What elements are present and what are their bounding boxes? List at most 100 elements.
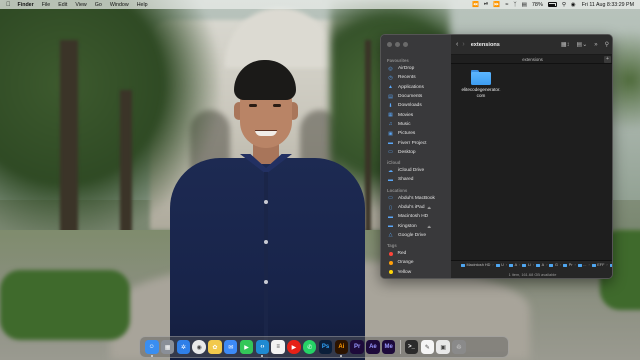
sidebar-item-abdul-s-macbook[interactable]: ▭ Abdul's MacBook	[381, 194, 451, 203]
dock-premiere-icon[interactable]: Pr	[350, 340, 364, 354]
menu-file[interactable]: File	[42, 2, 51, 8]
play-pause-icon[interactable]: ⏯	[484, 1, 488, 8]
dock-app-label: Me	[384, 344, 393, 350]
battery-icon[interactable]	[547, 2, 557, 7]
dock-vscode-icon[interactable]: ‹›	[255, 340, 270, 357]
control-center-icon[interactable]: ▤	[522, 2, 527, 8]
dock-youtube-icon[interactable]: ▶	[287, 340, 301, 354]
folder-item[interactable]: elitecodegenerator.com	[461, 70, 501, 99]
more-chevron-icon[interactable]: »	[594, 42, 597, 48]
search-icon[interactable]: ⚲	[605, 41, 609, 48]
path-segment[interactable]: extensions	[609, 263, 612, 267]
wifi-icon[interactable]: ≈	[505, 2, 508, 8]
sidebar-tag-orange[interactable]: Orange	[381, 258, 451, 267]
dock-photos-icon[interactable]: ✿	[208, 340, 222, 354]
safari-glyph-icon: ✲	[180, 344, 186, 351]
dock-trash-icon[interactable]: ♲	[452, 340, 466, 354]
tab-extensions[interactable]: extensions	[522, 57, 543, 62]
sidebar-item-shared[interactable]: ▬ Shared	[381, 175, 451, 184]
window-title: extensions	[470, 41, 500, 48]
path-segment[interactable]: Macintosh HD	[461, 263, 490, 267]
sidebar-item-desktop[interactable]: ▭ Desktop	[381, 148, 451, 157]
path-separator-icon: ›	[532, 263, 535, 267]
menu-help[interactable]: Help	[137, 2, 148, 8]
document-icon: ▤	[388, 93, 393, 100]
battery-percent[interactable]: 78%	[532, 2, 543, 8]
dock-illustrator-icon[interactable]: Ai	[334, 340, 349, 357]
siri-icon[interactable]: ◉	[571, 2, 576, 8]
new-tab-button[interactable]: +	[604, 56, 611, 63]
dock-after-effects-icon[interactable]: Ae	[366, 340, 380, 354]
search-icon[interactable]: ⚲	[562, 2, 566, 8]
bluetooth-icon[interactable]: ᛉ	[513, 2, 516, 8]
path-segment[interactable]: EFF	[591, 263, 604, 267]
dock-app-label: Ai	[338, 344, 345, 350]
sidebar-item-label: Movies	[398, 112, 414, 118]
sidebar-item-pictures[interactable]: ▣ Pictures	[381, 129, 451, 138]
menu-clock[interactable]: Fri 11 Aug 8:33:29 PM	[582, 2, 634, 8]
eject-icon[interactable]: ⏏	[427, 224, 431, 229]
eject-icon[interactable]: ⏏	[427, 205, 431, 210]
sidebar-item-abdul-s-ipad[interactable]: ▯ Abdul's iPad ⏏	[381, 203, 451, 212]
sidebar-item-google-drive[interactable]: △ Google Drive	[381, 231, 451, 240]
sidebar-tag-yellow[interactable]: Yellow	[381, 268, 451, 277]
back-button[interactable]: ‹	[456, 41, 458, 48]
sidebar-item-music[interactable]: ♫ Music	[381, 120, 451, 129]
sidebar-item-downloads[interactable]: ⬇ Downloads	[381, 101, 451, 110]
mail-glyph-icon: ✉	[228, 344, 234, 351]
group-options-icon[interactable]: ▤⌄	[577, 41, 588, 48]
sidebar-item-label: Abdul's MacBook	[398, 195, 435, 201]
path-segment[interactable]: Li	[522, 263, 531, 267]
sidebar-item-applications[interactable]: ▲ Applications	[381, 83, 451, 92]
sidebar-item-kingston[interactable]: ▬ Kingston ⏏	[381, 221, 451, 230]
menu-edit[interactable]: Edit	[58, 2, 67, 8]
dock-facetime-icon[interactable]: ▶	[239, 340, 254, 354]
menu-go[interactable]: Go	[95, 2, 102, 8]
view-grid-icon[interactable]: ▦↕	[561, 41, 570, 48]
trash-glyph-icon: ♲	[456, 344, 462, 351]
dock-media-encoder-icon[interactable]: Me	[381, 340, 396, 354]
finder-glyph-icon: ☺	[148, 344, 155, 350]
close-button[interactable]	[387, 42, 392, 47]
sidebar-item-documents[interactable]: ▤ Documents	[381, 92, 451, 101]
path-segment[interactable]: A	[509, 263, 517, 267]
sidebar-item-fiverr-project[interactable]: ▬ Fiverr Project	[381, 138, 451, 147]
dock-terminal-icon[interactable]: >_	[404, 340, 419, 354]
dock-photoshop-icon[interactable]: Ps	[318, 340, 333, 354]
dock-safari-icon[interactable]: ✲	[176, 340, 191, 354]
path-segment[interactable]: ...	[577, 263, 586, 267]
dock-textedit-icon[interactable]: ✎	[420, 340, 435, 354]
preview-glyph-icon: ▣	[440, 344, 447, 351]
sidebar-item-label: Documents	[398, 94, 423, 100]
path-segment[interactable]: A	[536, 263, 544, 267]
dock-notes-icon[interactable]: ≡	[271, 340, 285, 354]
sidebar-item-movies[interactable]: ▦ Movies	[381, 110, 451, 119]
menu-view[interactable]: View	[75, 2, 86, 8]
sidebar-tag-red[interactable]: Red	[381, 249, 451, 258]
dock-preview-icon[interactable]: ▣	[436, 340, 450, 354]
menu-window[interactable]: Window	[110, 2, 129, 8]
sidebar-item-macintosh-hd[interactable]: ▬ Macintosh HD	[381, 212, 451, 221]
dock-mail-icon[interactable]: ✉	[223, 340, 238, 354]
dock-launchpad-icon[interactable]: ▦	[160, 340, 175, 354]
forward-icon[interactable]: ⏩	[493, 2, 500, 8]
path-segment[interactable]: Pr	[563, 263, 573, 267]
path-segment[interactable]: U	[495, 263, 504, 267]
menu-app-name[interactable]: Finder	[18, 2, 34, 8]
tab-bar: extensions +	[451, 55, 612, 64]
path-segment[interactable]: G	[549, 263, 558, 267]
rewind-icon[interactable]: ⏪	[472, 2, 479, 8]
minimize-button[interactable]	[395, 42, 400, 47]
dock-finder-icon[interactable]: ☺	[145, 340, 159, 357]
apple-menu-icon[interactable]: 	[6, 2, 11, 8]
sidebar-item-icloud-drive[interactable]: ☁ iCloud Drive	[381, 166, 451, 175]
path-segment-label: A	[514, 263, 518, 267]
external-disk-icon: ▬	[388, 223, 393, 230]
dock-chrome-icon[interactable]: ◉	[192, 340, 206, 354]
dock-app-label: Ps	[321, 344, 330, 350]
sidebar-item-airdrop[interactable]: ◎ AirDrop	[381, 64, 451, 73]
dock-whatsapp-icon[interactable]: ✆	[302, 340, 317, 354]
forward-button[interactable]: ›	[462, 41, 464, 48]
zoom-button[interactable]	[403, 42, 408, 47]
sidebar-item-recents[interactable]: ◷ Recents	[381, 73, 451, 82]
